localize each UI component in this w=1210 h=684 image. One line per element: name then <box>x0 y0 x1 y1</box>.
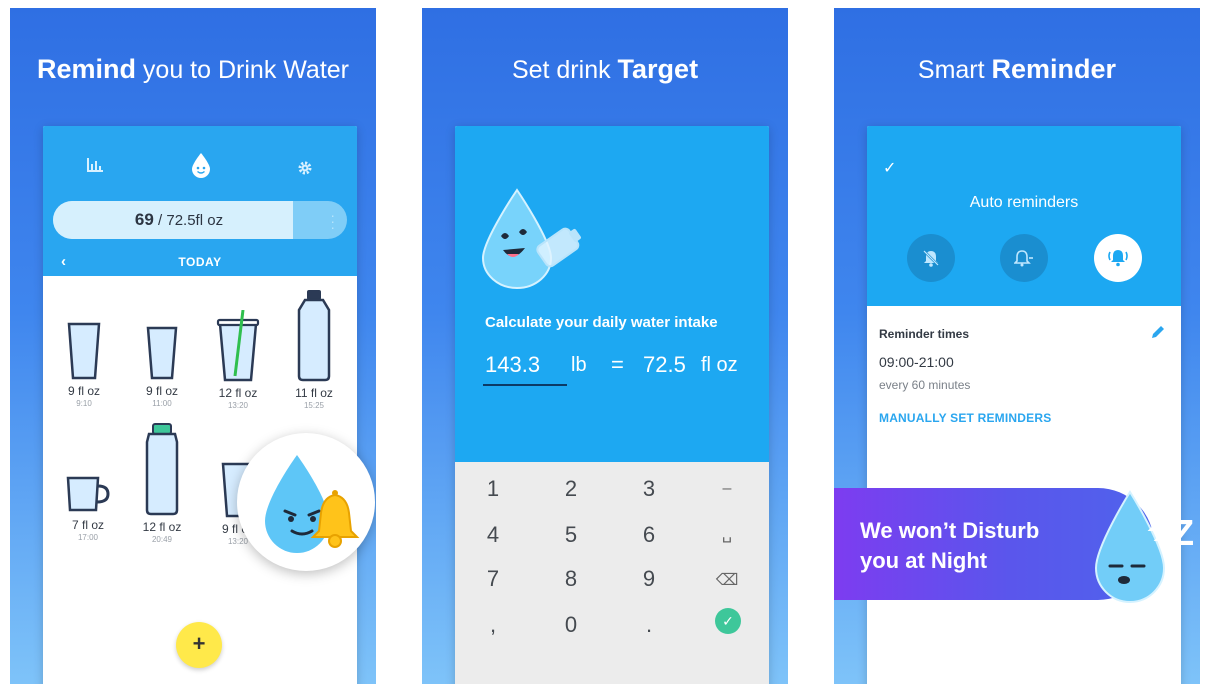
key-0[interactable]: 0 <box>541 612 601 638</box>
drink-time: 17:00 <box>77 533 99 542</box>
drink-amount: 11 fl oz <box>295 386 333 400</box>
reminder-time-range[interactable]: 09:00-21:00 <box>879 354 954 370</box>
bottle-green-cap-icon <box>145 423 179 516</box>
key-space[interactable]: ␣ <box>697 524 757 544</box>
reminder-header: ✓ Auto reminders <box>867 126 1181 306</box>
drink-time: 20:49 <box>151 535 173 544</box>
drink-amount: 12 fl oz <box>218 386 258 400</box>
reminder-interval: every 60 minutes <box>879 378 971 392</box>
daily-progress-bar[interactable]: 69 / 72.5fl oz · · · <box>53 201 347 239</box>
date-label: TODAY <box>178 255 222 269</box>
key-period[interactable]: . <box>619 612 679 638</box>
headline-rest: you to Drink Water <box>135 56 350 84</box>
cup-straw-icon <box>216 310 260 382</box>
auto-reminders-label: Auto reminders <box>969 194 1079 211</box>
gear-icon[interactable] <box>297 160 313 181</box>
drink-time: 15:25 <box>303 401 325 410</box>
drinking-drop-mascot-icon <box>481 188 581 289</box>
glass-icon <box>146 326 178 380</box>
panel1-headline: Remind you to Drink Water <box>10 54 376 85</box>
headline-bold: Target <box>617 54 699 84</box>
phone-screen-target: Calculate your daily water intake 143.3 … <box>455 126 769 684</box>
mug-icon <box>66 476 110 512</box>
banner-line-2: you at Night <box>860 548 988 573</box>
panel-remind: Remind you to Drink Water 69 / 72.5fl oz <box>10 8 376 684</box>
target-header: Calculate your daily water intake 143.3 … <box>455 126 769 462</box>
headline-bold: Reminder <box>991 54 1117 84</box>
progress-menu-icon[interactable]: · · · <box>330 208 335 234</box>
key-6[interactable]: 6 <box>619 522 679 548</box>
target-value: 72.5 <box>643 352 686 377</box>
date-nav: ‹ TODAY <box>43 253 357 273</box>
tracker-header: 69 / 72.5fl oz · · · ‹ TODAY <box>43 126 357 276</box>
target-unit: fl oz <box>701 354 738 376</box>
bell-ringing-icon[interactable] <box>1094 234 1142 282</box>
input-underline <box>483 384 567 386</box>
progress-target: 72.5fl oz <box>166 212 224 229</box>
bell-minus-icon[interactable] <box>1000 234 1048 282</box>
key-3[interactable]: 3 <box>619 476 679 502</box>
drink-amount: 9 fl oz <box>145 384 178 398</box>
key-8[interactable]: 8 <box>541 566 601 592</box>
edit-pencil-icon[interactable] <box>1151 325 1165 344</box>
panel2-headline: Set drink Target <box>422 54 788 85</box>
key-7[interactable]: 7 <box>463 566 523 592</box>
check-icon[interactable]: ✓ <box>883 158 896 178</box>
progress-separator: / <box>153 212 167 229</box>
drink-amount: 7 fl oz <box>71 518 104 532</box>
drink-item[interactable]: 12 fl oz 13:20 <box>203 310 273 410</box>
water-drop-mascot-icon <box>265 455 360 553</box>
panel-target: Set drink Target Calculate your daily wa… <box>422 8 788 684</box>
zzz-glyph: Z <box>1172 512 1194 553</box>
headline-bold: Remind <box>36 54 136 84</box>
panel3-headline: Smart Reminder <box>834 54 1200 85</box>
drink-item[interactable]: 12 fl oz 20:49 <box>127 422 197 544</box>
drink-amount: 12 fl oz <box>142 520 182 534</box>
headline-rest: Smart <box>917 56 992 84</box>
manually-set-reminders-link[interactable]: MANUALLY SET REMINDERS <box>879 411 1051 425</box>
key-2[interactable]: 2 <box>541 476 601 502</box>
drink-time: 13:20 <box>227 401 249 410</box>
numeric-keypad: 1 2 3 – 4 5 6 ␣ 7 8 9 ⌫ , 0 . ✓ <box>455 462 769 684</box>
calc-title: Calculate your daily water intake <box>485 314 718 331</box>
glass-icon <box>67 322 101 380</box>
headline-rest: Set drink <box>511 56 618 84</box>
bottle-icon <box>297 290 331 382</box>
equals-sign: = <box>611 352 624 377</box>
key-4[interactable]: 4 <box>463 522 523 548</box>
phone-screen-tracker: 69 / 72.5fl oz · · · ‹ TODAY 9 fl oz 9:10 … <box>43 126 357 684</box>
drink-amount: 9 fl oz <box>67 384 100 398</box>
mascot-bell-badge <box>237 433 375 571</box>
screenshot-stage: Remind you to Drink Water 69 / 72.5fl oz <box>0 0 1210 684</box>
weight-unit: lb <box>571 354 587 376</box>
drop-face-icon[interactable] <box>191 152 211 183</box>
panel-reminder: Smart Reminder ✓ Auto reminders Reminder… <box>834 8 1200 684</box>
key-5[interactable]: 5 <box>541 522 601 548</box>
backspace-icon[interactable]: ⌫ <box>697 570 757 590</box>
stats-icon[interactable] <box>87 158 103 177</box>
key-1[interactable]: 1 <box>463 476 523 502</box>
key-9[interactable]: 9 <box>619 566 679 592</box>
reminder-times-label: Reminder times <box>879 327 970 341</box>
progress-current: 69 <box>134 210 154 229</box>
add-drink-button[interactable]: + <box>176 622 222 668</box>
drink-time: 11:00 <box>152 399 172 408</box>
weight-input[interactable]: 143.3 <box>485 352 540 378</box>
drink-time: 9:10 <box>76 399 92 408</box>
drink-item[interactable]: 9 fl oz 11:00 <box>127 326 197 408</box>
progress-label: 69 / 72.5fl oz <box>53 201 305 239</box>
drink-item[interactable]: 9 fl oz 9:10 <box>49 322 119 408</box>
key-comma[interactable]: , <box>463 612 523 638</box>
banner-line-1: We won’t Disturb <box>860 518 1040 543</box>
drink-item[interactable]: 7 fl oz 17:00 <box>53 474 123 542</box>
confirm-check-button[interactable]: ✓ <box>715 608 741 634</box>
key-minus[interactable]: – <box>697 480 757 498</box>
drink-item[interactable]: 11 fl oz 15:25 <box>279 288 349 410</box>
banner-text: We won’t Disturb you at Night <box>860 516 1039 576</box>
bell-off-icon[interactable] <box>907 234 955 282</box>
